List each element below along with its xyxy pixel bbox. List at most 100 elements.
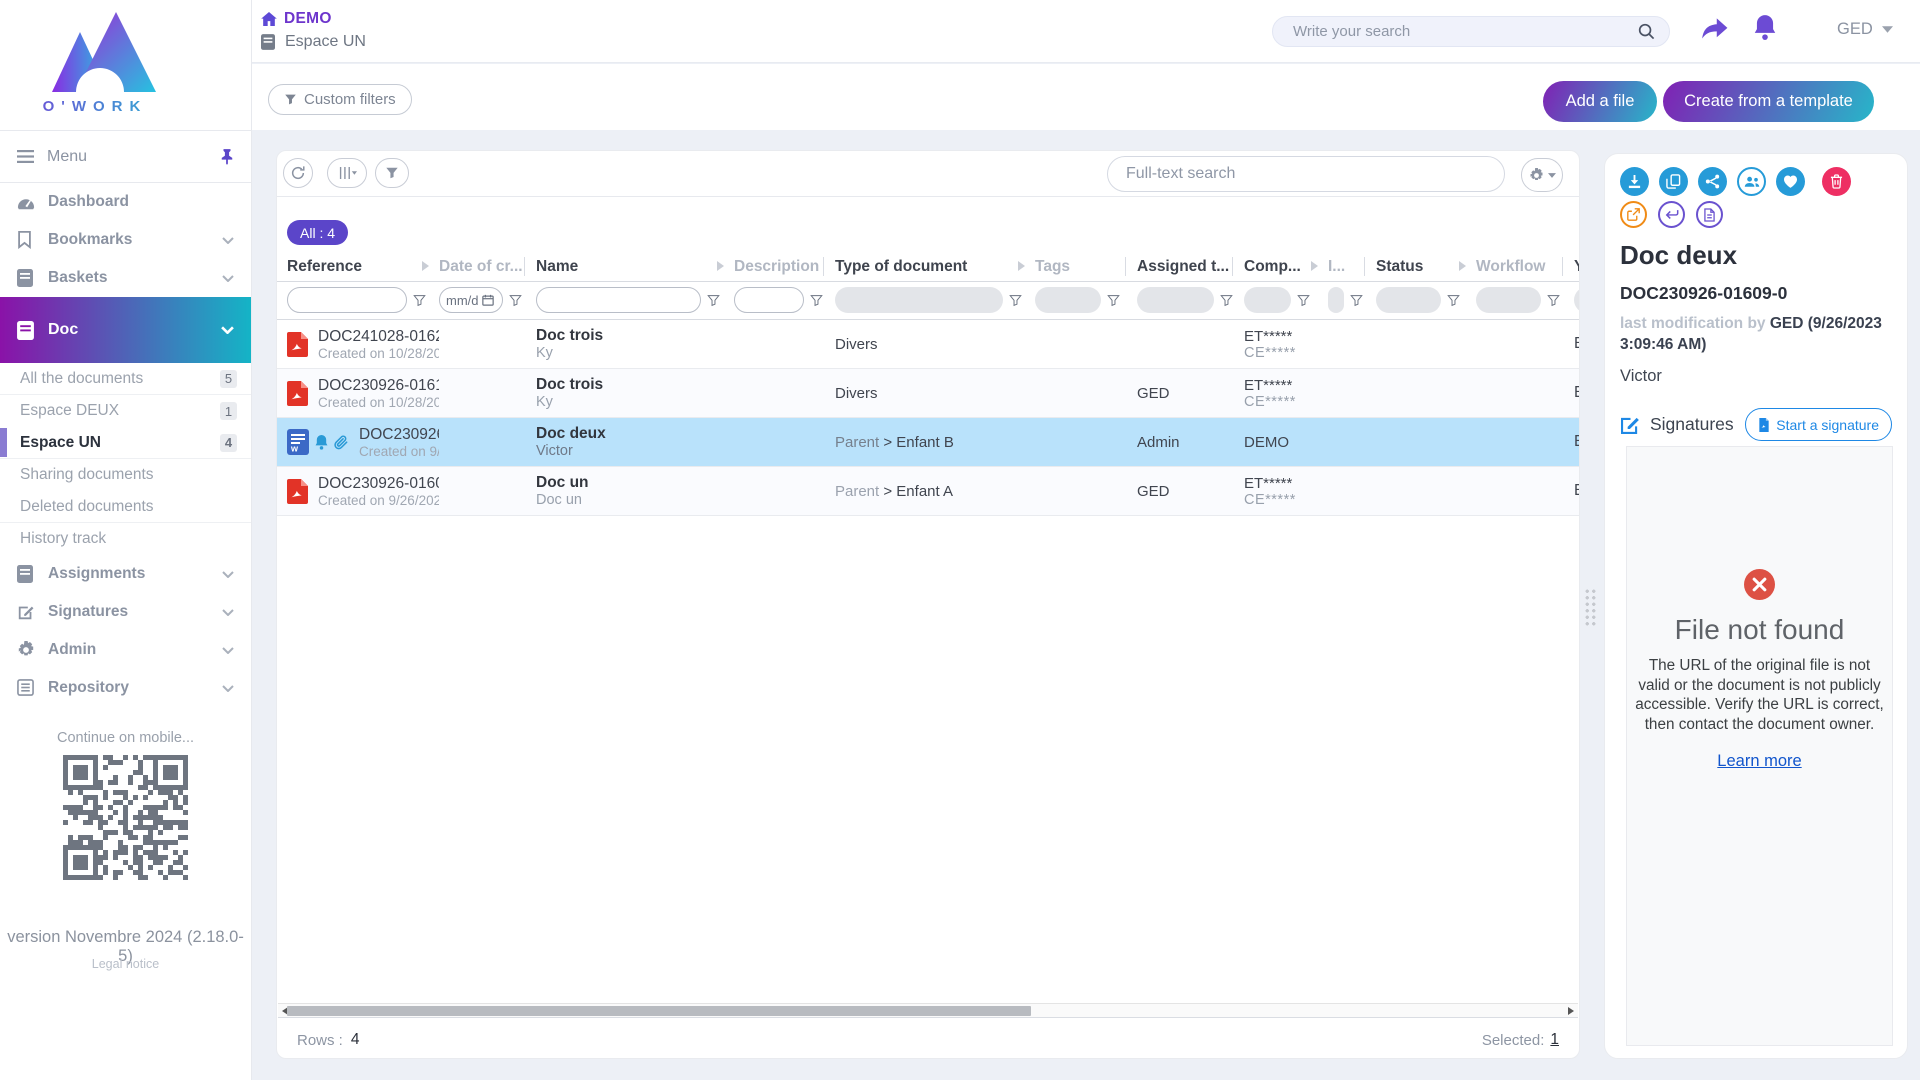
filter-funnel-icon[interactable] bbox=[413, 294, 426, 307]
column-header-date[interactable]: Date of cr... bbox=[439, 253, 536, 281]
filter-funnel-icon[interactable] bbox=[509, 294, 522, 307]
sidebar-item-sharing-documents[interactable]: Sharing documents bbox=[0, 459, 251, 491]
calendar-icon bbox=[482, 294, 494, 306]
filter-funnel-icon[interactable] bbox=[1009, 294, 1022, 307]
checkout-edit-button[interactable] bbox=[1620, 201, 1647, 228]
table-row-selected[interactable]: w DOC230926-01609-0Created on 9/26/2023 … bbox=[277, 418, 1579, 467]
column-expand-icon[interactable] bbox=[1311, 261, 1318, 271]
table-row[interactable]: DOC230926-01608-0Created on 9/26/2023 3:… bbox=[277, 467, 1579, 516]
learn-more-link[interactable]: Learn more bbox=[1717, 752, 1801, 771]
copy-button[interactable] bbox=[1659, 167, 1688, 196]
return-button[interactable] bbox=[1658, 201, 1685, 228]
column-header-reference[interactable]: Reference bbox=[287, 253, 439, 281]
breadcrumb-space[interactable]: Espace UN bbox=[261, 33, 366, 51]
scrollbar-thumb[interactable] bbox=[287, 1006, 1031, 1016]
column-expand-icon[interactable] bbox=[717, 261, 724, 271]
sidebar-item-all-documents[interactable]: All the documents 5 bbox=[0, 363, 251, 395]
delete-trash-button[interactable] bbox=[1822, 167, 1851, 196]
column-header-name[interactable]: Name bbox=[536, 253, 734, 281]
column-label: Date of cr... bbox=[439, 258, 523, 276]
sidebar-item-bookmarks[interactable]: Bookmarks bbox=[0, 221, 251, 259]
gear-icon bbox=[17, 641, 35, 659]
share-forward-button[interactable] bbox=[1700, 16, 1730, 42]
document-created: Created on 10/28/2024 10:25:07 PM bbox=[318, 346, 439, 361]
column-header-y[interactable]: Y... bbox=[1574, 253, 1580, 281]
column-expand-icon[interactable] bbox=[1018, 261, 1025, 271]
global-search-input[interactable] bbox=[1293, 23, 1638, 40]
column-expand-icon[interactable] bbox=[1459, 261, 1466, 271]
sidebar-item-doc[interactable]: Doc bbox=[0, 297, 251, 363]
filter-funnel-icon[interactable] bbox=[1107, 294, 1120, 307]
count-badge: 1 bbox=[220, 402, 237, 420]
filter-input-assigned[interactable] bbox=[1137, 287, 1214, 313]
column-expand-icon[interactable] bbox=[422, 261, 429, 271]
sidebar-item-repository[interactable]: Repository bbox=[0, 669, 251, 707]
breadcrumb-home[interactable]: DEMO bbox=[261, 10, 332, 28]
filter-funnel-icon[interactable] bbox=[810, 294, 823, 307]
column-header-type[interactable]: Type of document bbox=[835, 253, 1035, 281]
table-row[interactable]: DOC230926-01610-3Created on 10/28/2024 1… bbox=[277, 369, 1579, 418]
columns-button[interactable] bbox=[327, 158, 367, 188]
signature-file-icon bbox=[1758, 418, 1770, 432]
table-settings-button[interactable] bbox=[1521, 158, 1563, 192]
sidebar-item-espace-deux[interactable]: Espace DEUX 1 bbox=[0, 395, 251, 427]
tab-all[interactable]: All : 4 bbox=[287, 220, 348, 245]
filter-input-reference[interactable] bbox=[287, 287, 407, 313]
filter-funnel-icon[interactable] bbox=[1547, 294, 1560, 307]
column-header-tags[interactable]: Tags bbox=[1035, 253, 1137, 281]
account-menu[interactable]: GED bbox=[1837, 20, 1893, 39]
fulltext-search-input[interactable] bbox=[1126, 165, 1486, 183]
create-template-button[interactable]: Create from a template bbox=[1663, 81, 1874, 122]
filter-funnel-icon[interactable] bbox=[1350, 294, 1363, 307]
column-header-i[interactable]: I... bbox=[1328, 253, 1376, 281]
start-signature-button[interactable]: Start a signature bbox=[1745, 408, 1892, 441]
users-button[interactable] bbox=[1737, 167, 1766, 196]
column-header-workflow[interactable]: Workflow bbox=[1476, 253, 1574, 281]
sidebar-item-deleted-documents[interactable]: Deleted documents bbox=[0, 491, 251, 523]
legal-notice-link[interactable]: Legal notice bbox=[0, 957, 251, 971]
add-file-button[interactable]: Add a file bbox=[1543, 81, 1657, 122]
filter-funnel-icon[interactable] bbox=[1447, 294, 1460, 307]
filter-input-status[interactable] bbox=[1376, 287, 1441, 313]
filter-funnel-icon[interactable] bbox=[1297, 294, 1310, 307]
chevron-down-icon bbox=[222, 571, 234, 578]
notifications-bell-button[interactable] bbox=[1752, 14, 1778, 42]
search-icon[interactable] bbox=[1638, 23, 1655, 40]
filter-input-name[interactable] bbox=[536, 287, 701, 313]
favorite-heart-button[interactable] bbox=[1776, 167, 1805, 196]
table-row[interactable]: DOC241028-01627-0Created on 10/28/2024 1… bbox=[277, 320, 1579, 369]
sidebar-menu-toggle[interactable]: Menu bbox=[0, 130, 251, 183]
scroll-right-arrow[interactable] bbox=[1568, 1007, 1574, 1015]
table-filter-button[interactable] bbox=[375, 158, 409, 188]
sidebar-item-history-track[interactable]: History track bbox=[0, 523, 251, 555]
sidebar-item-admin[interactable]: Admin bbox=[0, 631, 251, 669]
filter-input-description[interactable] bbox=[734, 287, 804, 313]
sidebar-item-dashboard[interactable]: Dashboard bbox=[0, 183, 251, 221]
panel-resize-handle[interactable] bbox=[1584, 588, 1597, 628]
word-file-icon: w bbox=[287, 429, 309, 455]
filter-input-type[interactable] bbox=[835, 287, 1003, 313]
sidebar-item-espace-un[interactable]: Espace UN 4 bbox=[0, 427, 251, 459]
share-button[interactable] bbox=[1698, 167, 1727, 196]
horizontal-scrollbar[interactable] bbox=[278, 1003, 1578, 1018]
column-header-assigned[interactable]: Assigned t... bbox=[1137, 253, 1244, 281]
column-header-description[interactable]: Description bbox=[734, 253, 835, 281]
filter-input-i[interactable] bbox=[1328, 287, 1344, 313]
sidebar-item-signatures[interactable]: Signatures bbox=[0, 593, 251, 631]
filter-input-workflow[interactable] bbox=[1476, 287, 1541, 313]
filter-input-tags[interactable] bbox=[1035, 287, 1101, 313]
document-page-button[interactable] bbox=[1696, 201, 1723, 228]
modified-label: last modification by bbox=[1620, 315, 1766, 332]
filter-input-company[interactable] bbox=[1244, 287, 1291, 313]
refresh-button[interactable] bbox=[283, 158, 313, 188]
sidebar-item-baskets[interactable]: Baskets bbox=[0, 259, 251, 297]
pin-icon[interactable] bbox=[220, 149, 234, 165]
download-button[interactable] bbox=[1620, 167, 1649, 196]
filter-funnel-icon[interactable] bbox=[1220, 294, 1233, 307]
filter-input-date[interactable]: mm/d bbox=[439, 287, 503, 313]
sidebar-item-assignments[interactable]: Assignments bbox=[0, 555, 251, 593]
filter-input-y[interactable] bbox=[1574, 287, 1580, 313]
filter-funnel-icon[interactable] bbox=[707, 294, 720, 307]
document-company: ET***** bbox=[1244, 377, 1328, 394]
custom-filters-button[interactable]: Custom filters bbox=[268, 84, 412, 115]
